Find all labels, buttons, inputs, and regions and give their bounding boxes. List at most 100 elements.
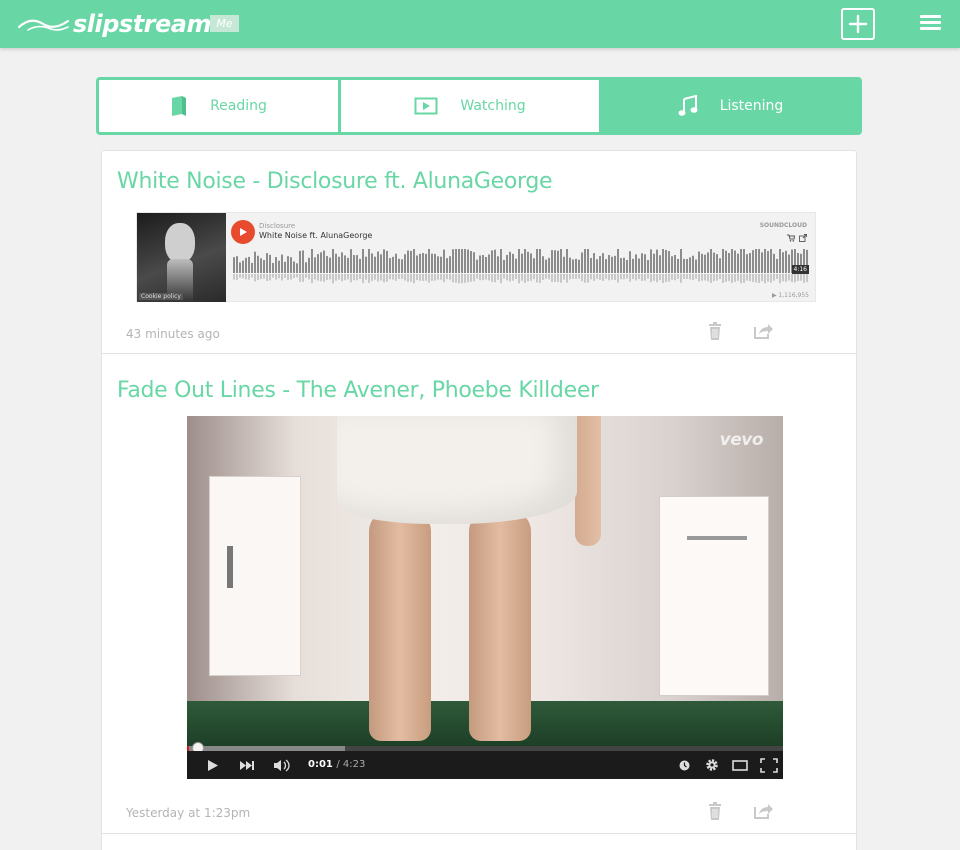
waveform-reflection [719, 274, 721, 280]
waveform-bar [257, 255, 259, 273]
waveform-reflection [620, 274, 622, 280]
waveform-bar [572, 259, 574, 273]
waveform-reflection [380, 274, 382, 281]
waveform-reflection [476, 274, 478, 279]
trash-icon[interactable] [708, 802, 722, 820]
gear-icon[interactable] [705, 758, 719, 772]
waveform-reflection [251, 274, 253, 278]
waveform-reflection [257, 274, 259, 281]
waveform-bar [488, 254, 490, 273]
trash-icon[interactable] [708, 322, 722, 340]
video-frame[interactable]: vevo [187, 416, 783, 746]
art-caption[interactable]: Cookie policy [139, 293, 183, 300]
category-tabs: Reading Watching Listening [96, 77, 862, 135]
music-note-icon [678, 95, 698, 117]
share-icon[interactable] [754, 803, 774, 819]
feed-item-title[interactable]: Fade Out Lines - The Avener, Phoebe Kill… [117, 378, 599, 403]
waveform-reflection [665, 274, 667, 283]
waveform-bar [332, 249, 334, 273]
waveform-bar [320, 252, 322, 273]
waveform-reflection [494, 274, 496, 283]
volume-icon[interactable] [273, 759, 291, 772]
waveform-reflection [557, 274, 559, 282]
me-badge[interactable]: Me [210, 15, 239, 32]
waveform-bar [599, 256, 601, 273]
video-player[interactable]: vevo 0:01 / 4:23 [187, 416, 783, 779]
waveform-reflection [524, 274, 526, 283]
waveform-bar [299, 250, 301, 273]
waveform-reflection [236, 274, 238, 280]
waveform-reflection [611, 274, 613, 280]
waveform-bar [638, 258, 640, 273]
soundcloud-logo[interactable]: SOUNDCLOUD [760, 222, 807, 229]
top-bar: slipstream Me [0, 0, 960, 48]
waveform-bar [248, 256, 250, 273]
tab-reading[interactable]: Reading [99, 80, 341, 132]
play-icon[interactable] [207, 759, 219, 772]
waveform-bar [254, 251, 256, 273]
waveform-bar [611, 256, 613, 273]
waveform-bar [476, 259, 478, 273]
waveform-reflection [797, 274, 799, 282]
waveform-reflection [233, 274, 235, 280]
waveform-reflection [311, 274, 313, 284]
waveform-reflection [578, 274, 580, 279]
theater-mode-icon[interactable] [732, 760, 748, 771]
waveform-reflection [707, 274, 709, 282]
tab-listening[interactable]: Listening [602, 80, 859, 132]
cart-icon[interactable] [787, 234, 795, 242]
album-art[interactable]: Cookie policy [137, 213, 226, 302]
waveform-bar [692, 255, 694, 273]
waveform-reflection [332, 274, 334, 284]
waveform-bar [740, 249, 742, 273]
waveform-reflection [260, 274, 262, 280]
track-artist[interactable]: Disclosure [259, 222, 295, 230]
watch-later-icon[interactable] [679, 760, 690, 771]
waveform-reflection [248, 274, 250, 280]
waveform-reflection [680, 274, 682, 283]
waveform-bar [317, 254, 319, 273]
tab-watching-label: Watching [460, 98, 526, 114]
timestamp: Yesterday at 1:23pm [126, 806, 251, 820]
waveform-reflection [281, 274, 283, 281]
waveform-bar [464, 249, 466, 273]
fullscreen-icon[interactable] [760, 758, 778, 773]
waveform-reflection [761, 274, 763, 282]
waveform-bar [311, 249, 313, 273]
soundcloud-play-button[interactable] [231, 220, 255, 244]
add-button[interactable] [841, 8, 875, 40]
waveform-reflection [614, 274, 616, 281]
app-logo[interactable]: slipstream [18, 10, 212, 38]
waveform-reflection [803, 274, 805, 283]
track-title[interactable]: White Noise ft. AlunaGeorge [259, 231, 372, 240]
waveform-reflection [335, 274, 337, 281]
waveform[interactable] [233, 249, 811, 285]
waveform-bar [467, 249, 469, 273]
waveform-bar [533, 258, 535, 273]
waveform-bar [389, 258, 391, 273]
waveform-bar [539, 249, 541, 273]
feed-item-title[interactable]: White Noise - Disclosure ft. AlunaGeorge [117, 169, 553, 194]
tab-watching[interactable]: Watching [341, 80, 602, 132]
waveform-reflection [749, 274, 751, 281]
waveform-bar [527, 251, 529, 273]
share-icon[interactable] [754, 323, 774, 339]
waveform-reflection [590, 274, 592, 280]
waveform-reflection [440, 274, 442, 280]
waveform-bar [659, 255, 661, 273]
next-icon[interactable] [239, 760, 255, 771]
hamburger-menu-button[interactable] [920, 15, 941, 31]
waveform-reflection [548, 274, 550, 280]
waveform-reflection [443, 274, 445, 283]
waveform-bar [686, 259, 688, 273]
waveform-reflection [575, 274, 577, 279]
waveform-bar [734, 250, 736, 273]
waveform-reflection [737, 274, 739, 281]
waveform-bar [377, 251, 379, 273]
waveform-bar [461, 249, 463, 273]
waveform-reflection [296, 274, 298, 278]
waveform-bar [593, 253, 595, 273]
waveform-bar [536, 249, 538, 273]
waveform-reflection [551, 274, 553, 283]
share-icon[interactable] [799, 234, 807, 242]
